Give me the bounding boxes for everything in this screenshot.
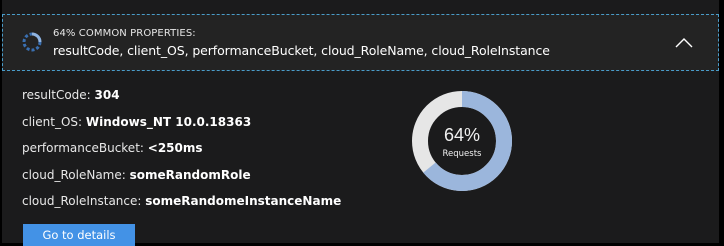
property-list: resultCode: 304 client_OS: Windows_NT 10… — [22, 88, 341, 221]
collapse-button[interactable] — [671, 33, 697, 53]
donut-percent-label: 64% — [443, 125, 481, 145]
chevron-up-icon — [675, 38, 693, 48]
property-label: cloud_RoleInstance: — [22, 194, 142, 208]
donut-sub-label: Requests — [442, 149, 482, 159]
property-row-performance-bucket: performanceBucket: <250ms — [22, 141, 341, 168]
property-label: cloud_RoleName: — [22, 167, 126, 182]
property-row-cloud-role-instance: cloud_RoleInstance: someRandomeInstanceN… — [22, 194, 341, 221]
common-properties-list: resultCode, client_OS, performanceBucket… — [53, 43, 550, 58]
property-label: client_OS: — [22, 114, 83, 129]
property-row-result-code: resultCode: 304 — [22, 88, 341, 115]
property-value: 304 — [94, 88, 120, 102]
property-label: resultCode: — [22, 88, 91, 102]
progress-spinner-icon — [22, 32, 42, 52]
property-label: performanceBucket: — [22, 141, 144, 155]
requests-donut-chart: 64% Requests — [410, 89, 514, 193]
common-properties-panel: 64% COMMON PROPERTIES: resultCode, clien… — [2, 0, 719, 246]
summary-label: 64% COMMON PROPERTIES: — [53, 28, 196, 39]
property-value: someRandomeInstanceName — [145, 194, 342, 208]
panel-header[interactable]: 64% COMMON PROPERTIES: resultCode, clien… — [2, 14, 719, 71]
property-row-cloud-role-name: cloud_RoleName: someRandomRole — [22, 168, 341, 195]
property-value: <250ms — [147, 141, 203, 155]
property-value: Windows_NT 10.0.18363 — [85, 114, 252, 129]
property-value: someRandomRole — [129, 167, 251, 182]
property-row-client-os: client_OS: Windows_NT 10.0.18363 — [22, 115, 341, 142]
